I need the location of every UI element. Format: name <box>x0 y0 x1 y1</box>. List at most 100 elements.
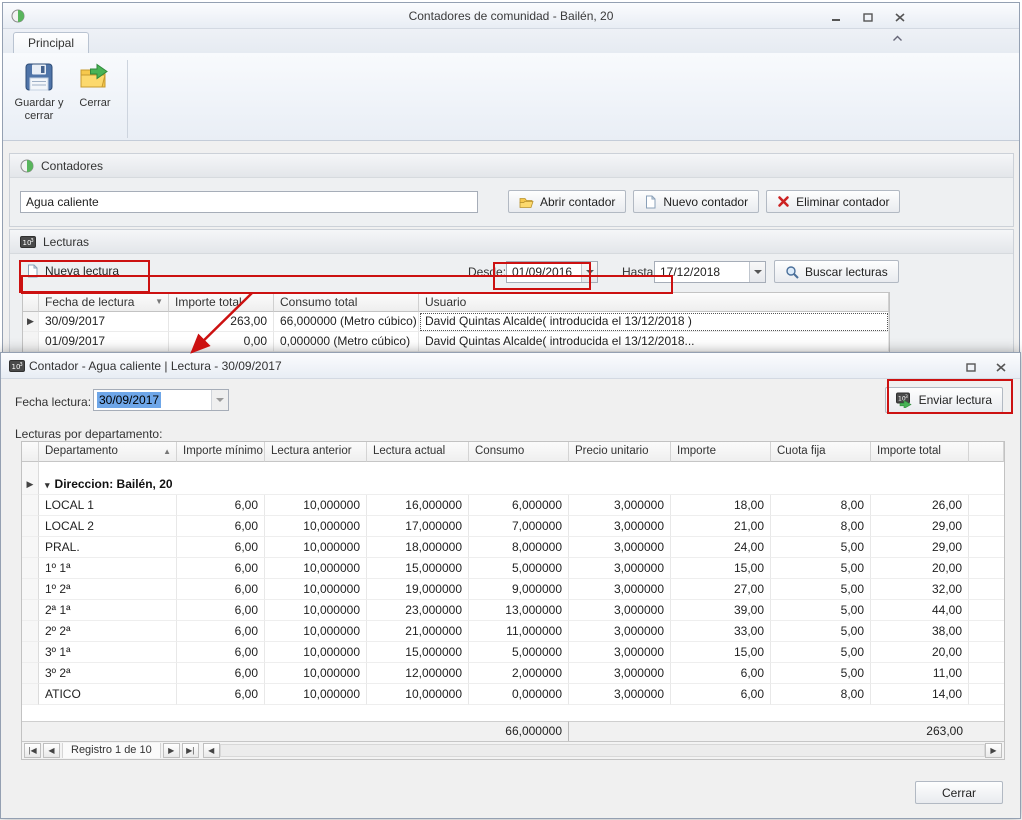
abrir-contador-button[interactable]: Abrir contador <box>508 190 626 213</box>
cell[interactable]: 5,00 <box>771 621 871 642</box>
ribbon-collapse-icon[interactable] <box>892 35 903 42</box>
cell-consumo-total[interactable]: 66,000000 (Metro cúbico) <box>274 312 419 332</box>
cell[interactable]: 17,000000 <box>367 516 469 537</box>
cell[interactable]: 8,00 <box>771 684 871 705</box>
cell[interactable]: ATICO <box>39 684 177 705</box>
minimize-button[interactable] <box>829 11 843 23</box>
cell[interactable]: 18,00 <box>671 495 771 516</box>
cell[interactable]: 5,00 <box>771 579 871 600</box>
cell[interactable]: 3,000000 <box>569 684 671 705</box>
cell[interactable]: 5,00 <box>771 537 871 558</box>
cell[interactable]: 5,000000 <box>469 558 569 579</box>
cell-importe-total[interactable]: 263,00 <box>169 312 274 332</box>
departamento-row[interactable]: LOCAL 26,0010,00000017,0000007,0000003,0… <box>22 516 1004 537</box>
cell[interactable]: 5,00 <box>771 558 871 579</box>
column-header-precio-unitario[interactable]: Precio unitario <box>569 442 671 462</box>
cell[interactable]: 10,000000 <box>265 516 367 537</box>
cell[interactable]: 5,00 <box>771 600 871 621</box>
cell[interactable]: 10,000000 <box>265 621 367 642</box>
save-close-button[interactable]: Guardar y cerrar <box>11 58 67 123</box>
cell[interactable]: 6,00 <box>177 537 265 558</box>
departamento-row[interactable]: 2º 2ª6,0010,00000021,00000011,0000003,00… <box>22 621 1004 642</box>
cell[interactable]: 6,00 <box>177 642 265 663</box>
column-header-consumo[interactable]: Consumo <box>469 442 569 462</box>
cell-usuario[interactable]: David Quintas Alcalde( introducida el 13… <box>419 332 889 352</box>
cell[interactable]: 10,000000 <box>265 684 367 705</box>
maximize-button[interactable] <box>861 11 875 23</box>
cell[interactable]: 8,00 <box>771 495 871 516</box>
cell[interactable]: 15,000000 <box>367 558 469 579</box>
hasta-date-picker[interactable]: 17/12/2018 <box>654 261 766 283</box>
column-header-usuario[interactable]: Usuario <box>419 293 889 312</box>
cell[interactable]: 6,000000 <box>469 495 569 516</box>
departamento-row[interactable]: ATICO6,0010,00000010,0000000,0000003,000… <box>22 684 1004 705</box>
cell[interactable]: 3,000000 <box>569 600 671 621</box>
column-header-lectura-actual[interactable]: Lectura actual <box>367 442 469 462</box>
horizontal-scrollbar[interactable]: ◀ ▶ <box>203 743 1002 758</box>
column-header-fecha[interactable]: Fecha de lectura▼ <box>39 293 169 312</box>
eliminar-contador-button[interactable]: Eliminar contador <box>766 190 900 213</box>
close-button[interactable] <box>994 361 1008 373</box>
cell[interactable]: 1º 2ª <box>39 579 177 600</box>
scroll-right-button[interactable]: ▶ <box>985 743 1002 758</box>
cell[interactable]: 10,000000 <box>265 663 367 684</box>
cell[interactable]: 10,000000 <box>265 495 367 516</box>
departamento-row[interactable]: 1º 1ª6,0010,00000015,0000005,0000003,000… <box>22 558 1004 579</box>
lectura-row[interactable]: ▶30/09/2017263,0066,000000 (Metro cúbico… <box>23 312 889 332</box>
cell[interactable]: 6,00 <box>177 684 265 705</box>
departamento-row[interactable]: 3º 2ª6,0010,00000012,0000002,0000003,000… <box>22 663 1004 684</box>
cell[interactable]: 2ª 1ª <box>39 600 177 621</box>
cell[interactable]: 3,000000 <box>569 537 671 558</box>
nav-last-button[interactable]: ▶| <box>182 743 199 758</box>
column-header-consumo[interactable]: Consumo total <box>274 293 419 312</box>
cell[interactable]: 39,00 <box>671 600 771 621</box>
cell[interactable]: 3,000000 <box>569 663 671 684</box>
cell[interactable]: LOCAL 2 <box>39 516 177 537</box>
cell[interactable]: 3,000000 <box>569 558 671 579</box>
lectura-row[interactable]: 01/09/20170,000,000000 (Metro cúbico)Dav… <box>23 332 889 352</box>
cell[interactable]: 19,000000 <box>367 579 469 600</box>
chevron-down-icon[interactable] <box>749 262 765 282</box>
buscar-lecturas-button[interactable]: Buscar lecturas <box>774 260 899 283</box>
departamento-row[interactable]: 1º 2ª6,0010,00000019,0000009,0000003,000… <box>22 579 1004 600</box>
cell[interactable]: 11,000000 <box>469 621 569 642</box>
cell[interactable]: 14,00 <box>871 684 969 705</box>
cell[interactable]: 5,00 <box>771 642 871 663</box>
cell[interactable]: 20,00 <box>871 642 969 663</box>
cell[interactable]: 10,000000 <box>265 579 367 600</box>
cell[interactable]: 6,00 <box>671 663 771 684</box>
cell-importe-total[interactable]: 0,00 <box>169 332 274 352</box>
cell[interactable]: 6,00 <box>177 558 265 579</box>
cell[interactable]: 10,000000 <box>265 642 367 663</box>
cell[interactable]: 3,000000 <box>569 642 671 663</box>
departamento-row[interactable]: 3º 1ª6,0010,00000015,0000005,0000003,000… <box>22 642 1004 663</box>
cerrar-button[interactable]: Cerrar <box>915 781 1003 804</box>
tab-principal[interactable]: Principal <box>13 32 89 53</box>
cell[interactable]: 6,00 <box>177 579 265 600</box>
cell[interactable]: 38,00 <box>871 621 969 642</box>
cell[interactable]: 27,00 <box>671 579 771 600</box>
cell[interactable]: 13,000000 <box>469 600 569 621</box>
cell[interactable]: 24,00 <box>671 537 771 558</box>
cell[interactable]: 29,00 <box>871 516 969 537</box>
cell[interactable]: 15,00 <box>671 558 771 579</box>
column-header-importe-minimo[interactable]: Importe mínimo <box>177 442 265 462</box>
cell[interactable]: 32,00 <box>871 579 969 600</box>
cell-usuario[interactable]: David Quintas Alcalde( introducida el 13… <box>419 312 889 332</box>
cell[interactable]: 10,000000 <box>265 600 367 621</box>
cell[interactable]: 3,000000 <box>569 495 671 516</box>
cell[interactable]: 3º 2ª <box>39 663 177 684</box>
column-header-departamento[interactable]: Departamento▲ <box>39 442 177 462</box>
cell[interactable]: 6,00 <box>177 663 265 684</box>
column-header-lectura-anterior[interactable]: Lectura anterior <box>265 442 367 462</box>
nueva-lectura-button[interactable]: Nueva lectura <box>20 262 125 280</box>
cell[interactable]: 3,000000 <box>569 579 671 600</box>
cell[interactable]: 26,00 <box>871 495 969 516</box>
nav-next-button[interactable]: ▶ <box>163 743 180 758</box>
cell[interactable]: 44,00 <box>871 600 969 621</box>
contador-input[interactable] <box>20 191 478 213</box>
close-button[interactable] <box>893 11 907 23</box>
cell[interactable]: 23,000000 <box>367 600 469 621</box>
cell[interactable]: 3,000000 <box>569 621 671 642</box>
cell[interactable]: 10,000000 <box>265 558 367 579</box>
